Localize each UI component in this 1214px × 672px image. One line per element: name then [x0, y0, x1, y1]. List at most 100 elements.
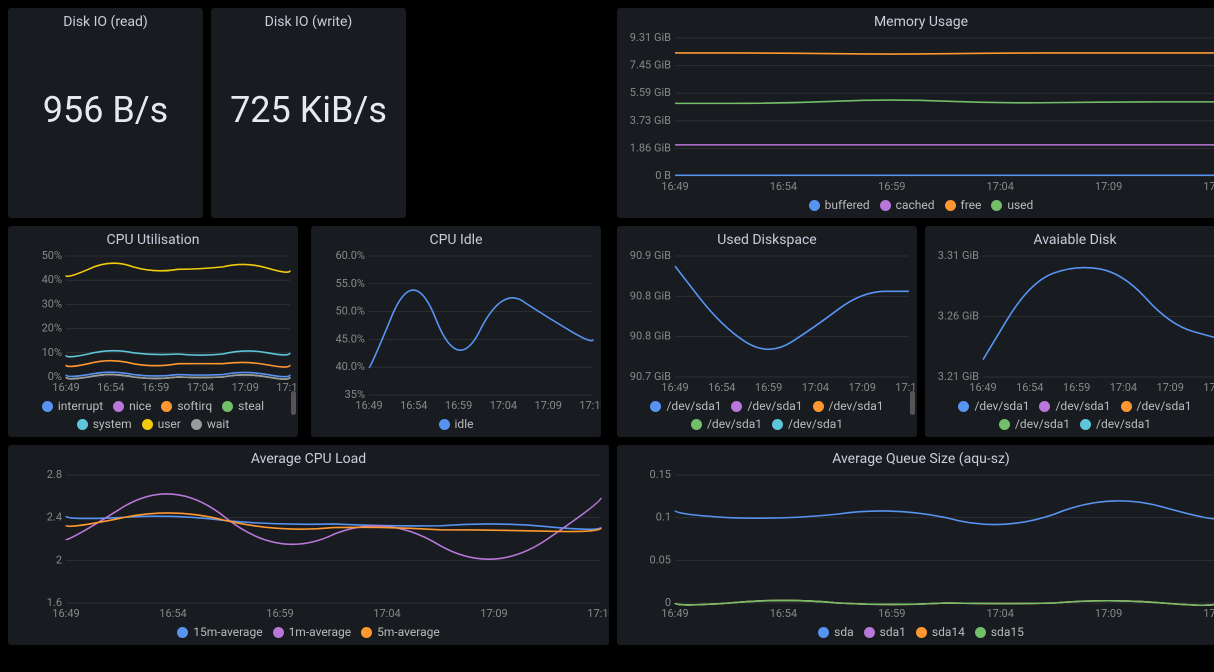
chart-area[interactable]: 2.82.421.616:4916:5416:5917:0417:0917:14 [8, 469, 609, 621]
legend-item[interactable]: sda1 [864, 625, 906, 639]
legend-item[interactable]: 1m-average [273, 625, 352, 639]
legend-label: sda1 [880, 625, 906, 639]
legend-dot-icon [991, 200, 1002, 211]
legend-label: wait [207, 417, 229, 431]
svg-text:17:14: 17:14 [1203, 180, 1214, 193]
chart-area[interactable]: 3.31 GiB3.26 GiB3.21 GiB16:4916:5416:591… [925, 250, 1214, 395]
legend-item[interactable]: used [991, 198, 1033, 212]
legend-item[interactable]: /dev/sda1 [1039, 399, 1110, 413]
svg-text:17:14: 17:14 [579, 399, 601, 412]
legend-label: softirq [177, 399, 212, 413]
legend-label: /dev/sda1 [974, 399, 1029, 413]
legend-dot-icon [177, 627, 188, 638]
svg-text:2.8: 2.8 [47, 469, 62, 481]
legend: interrupt nice softirq steal system user wait [8, 395, 298, 437]
svg-text:17:04: 17:04 [802, 381, 829, 394]
legend-item[interactable]: buffered [809, 198, 870, 212]
legend: 15m-average 1m-average 5m-average [8, 621, 609, 645]
legend-item[interactable]: /dev/sda1 [1080, 417, 1151, 431]
legend-item[interactable]: sda [818, 625, 854, 639]
legend-dot-icon [916, 627, 927, 638]
legend-label: 1m-average [289, 625, 352, 639]
panel-cpu-utilisation[interactable]: CPU Utilisation 50%40%30%20%10%0%16:4916… [8, 226, 298, 437]
legend-dot-icon [864, 627, 875, 638]
legend-item[interactable]: /dev/sda1 [813, 399, 884, 413]
legend-dot-icon [880, 200, 891, 211]
legend-dot-icon [731, 401, 742, 412]
legend: idle [311, 413, 601, 437]
legend: /dev/sda1/dev/sda1/dev/sda1/dev/sda1/dev… [617, 395, 917, 437]
panel-title: Average Queue Size (aqu-sz) [617, 445, 1214, 469]
chart-area[interactable]: 9.31 GiB7.45 GiB5.59 GiB3.73 GiB1.86 GiB… [617, 32, 1214, 194]
panel-title: Used Diskspace [617, 226, 917, 250]
chart-area[interactable]: 50%40%30%20%10%0%16:4916:5416:5917:0417:… [8, 250, 298, 395]
legend-item[interactable]: 15m-average [177, 625, 262, 639]
svg-text:16:54: 16:54 [770, 180, 797, 193]
legend-item[interactable]: sda14 [916, 625, 965, 639]
legend-label: sda [834, 625, 854, 639]
svg-text:20%: 20% [42, 322, 62, 335]
panel-disk-io-write[interactable]: Disk IO (write) 725 KiB/s [211, 8, 406, 218]
svg-text:40%: 40% [42, 273, 62, 286]
svg-text:10%: 10% [42, 346, 62, 359]
legend-item[interactable]: steal [222, 399, 264, 413]
legend-item[interactable]: /dev/sda1 [1121, 399, 1192, 413]
legend-label: /dev/sda1 [666, 399, 721, 413]
legend-item[interactable]: /dev/sda1 [999, 417, 1070, 431]
chart-area[interactable]: 60.0%55.0%50.0%45.0%40.0%35%16:4916:5416… [311, 250, 601, 413]
svg-text:16:59: 16:59 [878, 607, 905, 620]
stat-value: 956 B/s [8, 32, 203, 218]
panel-used-diskspace[interactable]: Used Diskspace 90.9 GiB90.8 GiB90.8 GiB9… [617, 226, 917, 437]
panel-available-disk[interactable]: Avaiable Disk 3.31 GiB3.26 GiB3.21 GiB16… [925, 226, 1214, 437]
legend-item[interactable]: /dev/sda1 [650, 399, 721, 413]
panel-average-cpu-load[interactable]: Average CPU Load 2.82.421.616:4916:5416:… [8, 445, 609, 645]
panel-title: CPU Utilisation [8, 226, 298, 250]
legend-item[interactable]: nice [113, 399, 151, 413]
legend-item[interactable]: user [142, 417, 181, 431]
legend-dot-icon [439, 419, 450, 430]
panel-cpu-idle[interactable]: CPU Idle 60.0%55.0%50.0%45.0%40.0%35%16:… [311, 226, 601, 437]
scrollbar-indicator[interactable] [291, 391, 296, 415]
legend-item[interactable]: softirq [161, 399, 212, 413]
chart-area[interactable]: 0.150.10.05016:4916:5416:5917:0417:0917:… [617, 469, 1214, 621]
legend-dot-icon [142, 419, 153, 430]
legend-dot-icon [222, 401, 233, 412]
svg-text:17:04: 17:04 [490, 399, 517, 412]
svg-text:16:49: 16:49 [661, 607, 688, 620]
svg-text:5.59 GiB: 5.59 GiB [630, 86, 671, 99]
legend-item[interactable]: cached [880, 198, 935, 212]
panel-memory-usage[interactable]: Memory Usage 9.31 GiB7.45 GiB5.59 GiB3.7… [617, 8, 1214, 218]
svg-text:17:09: 17:09 [480, 607, 507, 620]
legend-dot-icon [999, 419, 1010, 430]
svg-text:0.1: 0.1 [656, 511, 671, 524]
legend-item[interactable]: /dev/sda1 [958, 399, 1029, 413]
svg-text:3.31 GiB: 3.31 GiB [938, 250, 979, 262]
svg-text:16:54: 16:54 [1016, 381, 1043, 394]
legend-item[interactable]: system [77, 417, 132, 431]
legend-label: used [1007, 198, 1033, 212]
panel-disk-io-read[interactable]: Disk IO (read) 956 B/s [8, 8, 203, 218]
svg-text:45.0%: 45.0% [335, 332, 365, 345]
legend-item[interactable]: wait [191, 417, 229, 431]
svg-text:90.8 GiB: 90.8 GiB [630, 330, 671, 343]
legend-item[interactable]: sda15 [975, 625, 1024, 639]
chart-area[interactable]: 90.9 GiB90.8 GiB90.8 GiB90.7 GiB16:4916:… [617, 250, 917, 395]
legend-item[interactable]: 5m-average [361, 625, 440, 639]
scrollbar-indicator[interactable] [910, 391, 915, 415]
legend-item[interactable]: /dev/sda1 [731, 399, 802, 413]
legend-item[interactable]: idle [439, 417, 474, 431]
legend-item[interactable]: /dev/sda1 [772, 417, 843, 431]
panel-average-queue-size[interactable]: Average Queue Size (aqu-sz) 0.150.10.050… [617, 445, 1214, 645]
svg-text:16:59: 16:59 [1063, 381, 1090, 394]
panel-title: Disk IO (read) [8, 8, 203, 32]
svg-text:16:54: 16:54 [97, 381, 124, 394]
svg-text:0.05: 0.05 [650, 553, 671, 566]
legend-item[interactable]: free [945, 198, 982, 212]
legend-item[interactable]: /dev/sda1 [691, 417, 762, 431]
legend-label: system [93, 417, 132, 431]
legend-dot-icon [1121, 401, 1132, 412]
svg-text:55.0%: 55.0% [335, 277, 365, 290]
legend-item[interactable]: interrupt [42, 399, 103, 413]
svg-text:16:49: 16:49 [52, 607, 79, 620]
svg-text:16:54: 16:54 [159, 607, 186, 620]
